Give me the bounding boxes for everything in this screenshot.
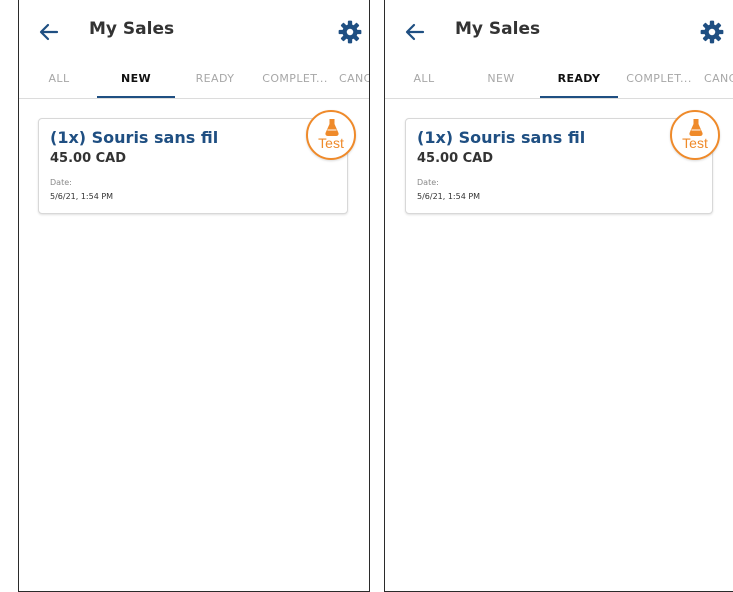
sales-screen-new: My Sales ALL NEW READY COMPLET... CANCEL…	[18, 0, 370, 592]
settings-gear-icon[interactable]	[337, 19, 363, 45]
sales-screen-ready: My Sales ALL NEW READY COMPLET... CANCEL…	[384, 0, 733, 592]
flask-icon	[325, 119, 339, 136]
flask-icon	[689, 119, 703, 136]
test-badge: Test	[306, 110, 356, 160]
date-label: Date:	[417, 178, 439, 187]
item-price: 45.00 CAD	[50, 151, 127, 166]
tab-all[interactable]: ALL	[24, 62, 94, 97]
test-badge: Test	[670, 110, 720, 160]
test-label: Test	[318, 135, 344, 151]
item-title: (1x) Souris sans fil	[50, 128, 219, 147]
settings-gear-icon[interactable]	[699, 19, 725, 45]
status-tabs: ALL NEW READY COMPLET... CANCELLED	[19, 62, 369, 99]
back-arrow-icon[interactable]	[403, 20, 427, 44]
page-title: My Sales	[455, 19, 541, 39]
tab-cancelled[interactable]: CANCELLED	[339, 62, 369, 97]
tab-ready[interactable]: READY	[177, 62, 253, 97]
page-title: My Sales	[89, 19, 175, 39]
app-bar: My Sales	[385, 0, 733, 62]
item-title: (1x) Souris sans fil	[417, 128, 586, 147]
sale-card[interactable]: (1x) Souris sans fil 45.00 CAD Date: 5/6…	[405, 118, 713, 214]
tab-new[interactable]: NEW	[463, 62, 539, 97]
sale-card[interactable]: (1x) Souris sans fil 45.00 CAD Date: 5/6…	[38, 118, 348, 214]
app-bar: My Sales	[19, 0, 369, 62]
test-label: Test	[682, 135, 708, 151]
tab-all[interactable]: ALL	[389, 62, 459, 97]
tab-new[interactable]: NEW	[97, 62, 175, 98]
tab-completed[interactable]: COMPLET...	[256, 62, 334, 97]
item-price: 45.00 CAD	[417, 151, 494, 166]
back-arrow-icon[interactable]	[37, 20, 61, 44]
tab-completed[interactable]: COMPLET...	[620, 62, 698, 97]
date-value: 5/6/21, 1:54 PM	[417, 192, 481, 201]
status-tabs: ALL NEW READY COMPLET... CANCELLED	[385, 62, 733, 99]
date-label: Date:	[50, 178, 72, 187]
tab-ready[interactable]: READY	[540, 62, 618, 98]
date-value: 5/6/21, 1:54 PM	[50, 192, 114, 201]
tab-cancelled[interactable]: CANCELLED	[704, 62, 733, 97]
